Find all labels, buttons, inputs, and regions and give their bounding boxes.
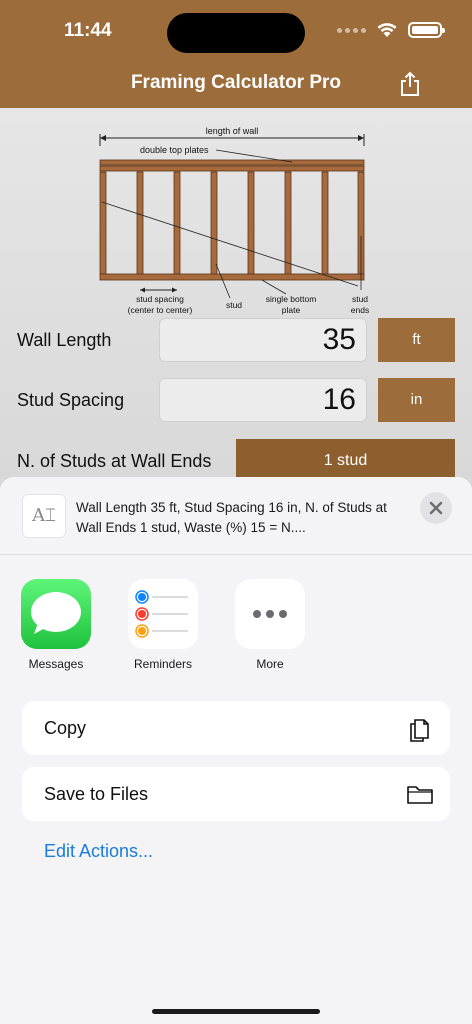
reminders-icon[interactable] xyxy=(128,579,198,649)
share-sheet: A⌶ Wall Length 35 ft, Stud Spacing 16 in… xyxy=(0,477,472,1024)
messages-label: Messages xyxy=(28,657,84,671)
label-stud-ends-2: ends xyxy=(351,305,369,315)
close-button[interactable] xyxy=(420,492,452,524)
share-preview: A⌶ Wall Length 35 ft, Stud Spacing 16 in… xyxy=(0,477,472,555)
stud-spacing-row: Stud Spacing 16 in xyxy=(0,378,472,424)
share-apps-row: Messages Reminders More xyxy=(0,579,472,679)
save-to-files-action[interactable]: Save to Files xyxy=(22,767,450,821)
close-icon[interactable] xyxy=(420,492,452,524)
stud-spacing-label: Stud Spacing xyxy=(17,390,125,410)
stud-spacing-input[interactable]: 16 xyxy=(159,378,367,422)
copy-icon xyxy=(410,719,429,742)
wifi-icon xyxy=(377,23,397,37)
edit-actions-link[interactable]: Edit Actions... xyxy=(44,841,153,862)
reminders-label: Reminders xyxy=(133,657,193,671)
copy-action[interactable]: Copy xyxy=(22,701,450,755)
dynamic-island xyxy=(167,13,305,53)
more-icon[interactable] xyxy=(235,579,305,649)
share-icon[interactable] xyxy=(398,70,422,98)
label-plate: plate xyxy=(282,305,301,315)
label-stud-ends-1: stud xyxy=(352,294,368,304)
wall-length-label: Wall Length xyxy=(17,330,112,350)
home-indicator xyxy=(152,1009,320,1014)
label-center-to-center: (center to center) xyxy=(128,305,193,315)
nav-header: 11:44 Framing Calculator Pro xyxy=(0,0,472,108)
wall-length-input[interactable]: 35 xyxy=(159,318,367,362)
copy-label: Copy xyxy=(44,718,87,738)
label-length-of-wall: length of wall xyxy=(206,126,259,136)
label-single-bottom: single bottom xyxy=(266,294,317,304)
share-app-messages[interactable]: Messages xyxy=(6,579,106,671)
wall-length-unit-button[interactable]: ft xyxy=(378,318,455,362)
wall-length-row: Wall Length 35 ft xyxy=(0,318,472,364)
label-stud-spacing: stud spacing xyxy=(136,294,184,304)
cellular-signal-icon xyxy=(337,27,366,33)
status-indicators xyxy=(337,22,445,38)
share-preview-text: Wall Length 35 ft, Stud Spacing 16 in, N… xyxy=(76,500,387,535)
battery-icon xyxy=(408,22,445,38)
wall-framing-diagram: length of wall double top plates stud sp… xyxy=(99,126,369,315)
calculator-content: length of wall double top plates stud sp… xyxy=(0,108,472,488)
text-document-icon: A⌶ xyxy=(22,494,66,538)
label-double-top-plates: double top plates xyxy=(140,145,209,155)
status-time: 11:44 xyxy=(64,20,112,41)
more-label: More xyxy=(256,657,284,671)
folder-icon xyxy=(407,786,433,804)
messages-icon[interactable] xyxy=(21,579,91,649)
save-to-files-label: Save to Files xyxy=(44,784,149,804)
share-app-reminders[interactable]: Reminders xyxy=(113,579,213,671)
studs-at-ends-label: N. of Studs at Wall Ends xyxy=(17,451,212,471)
label-stud: stud xyxy=(226,300,242,310)
share-app-more[interactable]: More xyxy=(220,579,320,671)
stud-spacing-unit-button[interactable]: in xyxy=(378,378,455,422)
